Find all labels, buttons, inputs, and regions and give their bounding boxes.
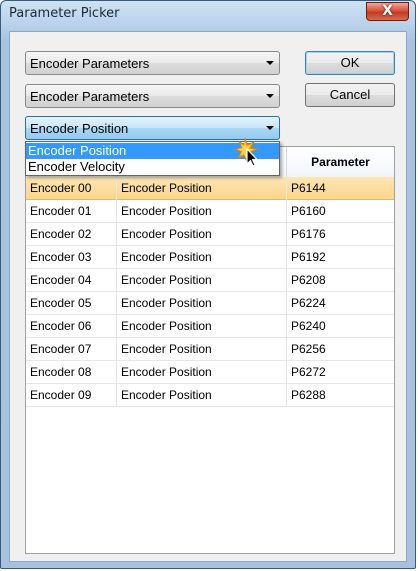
combo-parameter-group-2[interactable]: Encoder Parameters [25,84,280,108]
combo-value: Encoder Parameters [30,56,150,71]
parameter-grid[interactable]: Parameter Encoder 00 Encoder Position P614… [25,146,395,554]
parameter-id-cell: P6224 [291,296,326,310]
parameter-picker-window: Parameter Picker X Encoder Parameters En… [0,0,416,569]
parameter-type-cell: Encoder Position [117,338,287,361]
parameter-type-cell: Encoder Position [117,292,287,315]
encoder-name-cell: Encoder 08 [26,361,117,384]
table-row[interactable]: Encoder 00 Encoder Position P6144 [26,177,394,200]
table-row[interactable]: Encoder 07 Encoder Position P6256 [26,338,394,361]
column-header-parameter[interactable]: Parameter [287,147,394,177]
table-row[interactable]: Encoder 06 Encoder Position P6240 [26,315,394,338]
mouse-pointer-click-icon [233,137,260,167]
table-row[interactable]: Encoder 02 Encoder Position P6176 [26,223,394,246]
encoder-name-cell: Encoder 05 [26,292,117,315]
parameter-id-cell: P6240 [291,319,326,333]
combo-parameter-group-1[interactable]: Encoder Parameters [25,51,280,75]
table-row[interactable]: Encoder 05 Encoder Position P6224 [26,292,394,315]
parameter-id-cell: P6208 [291,273,326,287]
encoder-name-cell: Encoder 07 [26,338,117,361]
parameter-type-cell: Encoder Position [117,269,287,292]
encoder-name-cell: Encoder 09 [26,384,117,407]
encoder-name-cell: Encoder 04 [26,269,117,292]
parameter-id-cell: P6288 [291,388,326,402]
parameter-type-cell: Encoder Position [117,246,287,269]
parameter-id-cell: P6160 [291,204,326,218]
parameter-id-cell: P6272 [291,365,326,379]
parameter-type-cell: Encoder Position [117,361,287,384]
cancel-button[interactable]: Cancel [305,83,395,107]
parameter-type-cell: Encoder Position [117,315,287,338]
chevron-down-icon [266,126,274,130]
parameter-id-cell: P6176 [291,227,326,241]
chevron-down-icon [266,61,274,65]
table-row[interactable]: Encoder 08 Encoder Position P6272 [26,361,394,384]
encoder-name-cell: Encoder 00 [26,177,117,200]
combo-value: Encoder Parameters [30,89,150,104]
table-row[interactable]: Encoder 09 Encoder Position P6288 [26,384,394,407]
ok-button[interactable]: OK [305,51,395,75]
parameter-type-cell: Encoder Position [117,223,287,246]
table-row[interactable]: Encoder 01 Encoder Position P6160 [26,200,394,223]
dialog-body: Encoder Parameters Encoder Parameters En… [9,31,407,562]
parameter-id-cell: P6192 [291,250,326,264]
close-button[interactable]: X [366,2,409,21]
title-bar[interactable]: Parameter Picker X [1,1,415,25]
parameter-id-cell: P6144 [291,181,326,195]
chevron-down-icon [266,94,274,98]
parameter-type-cell: Encoder Position [117,200,287,223]
parameter-type-cell: Encoder Position [117,384,287,407]
encoder-name-cell: Encoder 03 [26,246,117,269]
combo-value: Encoder Position [30,121,129,136]
close-icon: X [382,3,393,19]
table-row[interactable]: Encoder 03 Encoder Position P6192 [26,246,394,269]
table-row[interactable]: Encoder 04 Encoder Position P6208 [26,269,394,292]
window-title: Parameter Picker [9,6,120,21]
encoder-name-cell: Encoder 01 [26,200,117,223]
parameter-id-cell: P6256 [291,342,326,356]
encoder-name-cell: Encoder 06 [26,315,117,338]
parameter-type-cell: Encoder Position [117,177,287,200]
encoder-name-cell: Encoder 02 [26,223,117,246]
